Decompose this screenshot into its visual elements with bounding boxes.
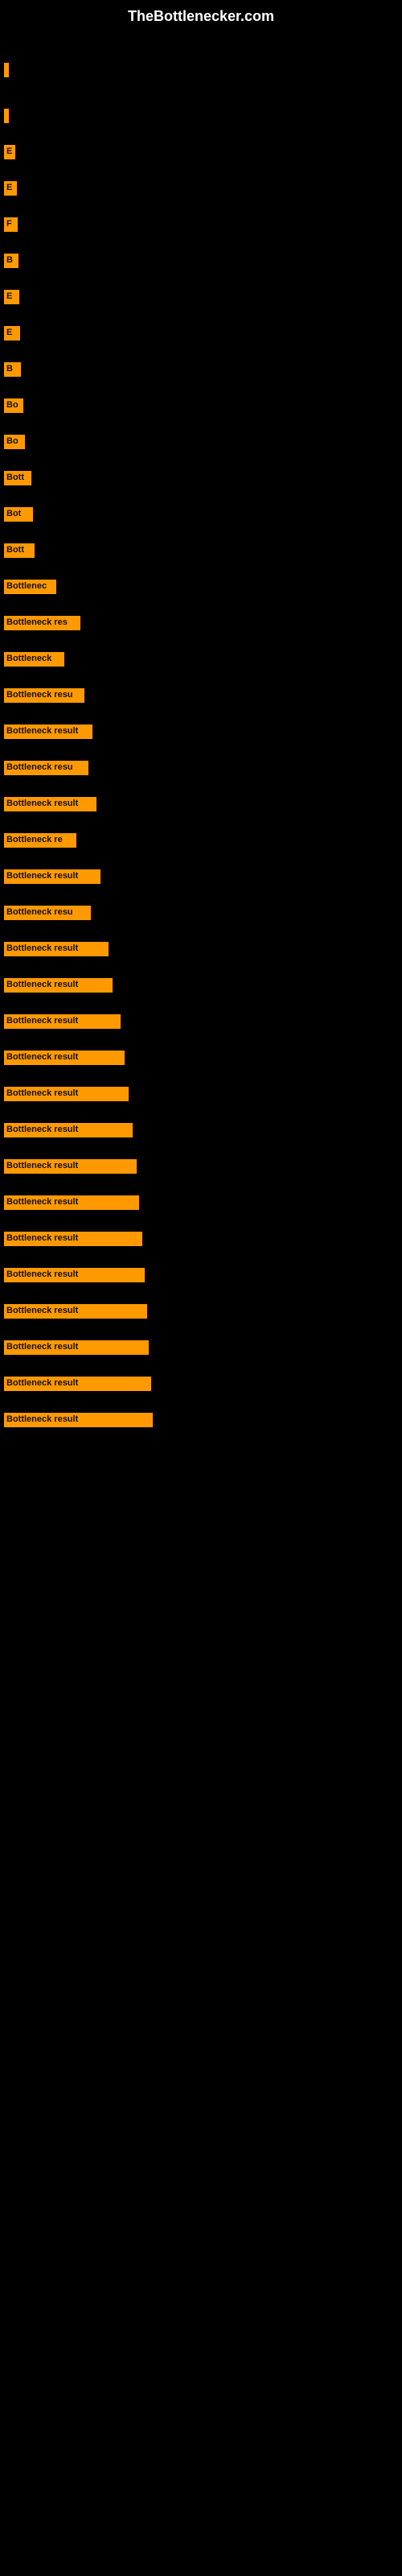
bar-row-0: [0, 61, 402, 83]
bar-label-16: Bottleneck: [4, 652, 64, 667]
bar-row-33: Bottleneck result: [0, 1266, 402, 1288]
bar-row-20: Bottleneck result: [0, 795, 402, 817]
bar-row-25: Bottleneck result: [0, 976, 402, 998]
bar-row-30: Bottleneck result: [0, 1158, 402, 1179]
bar-label-20: Bottleneck result: [4, 797, 96, 811]
bar-label-11: Bott: [4, 471, 31, 485]
bar-label-15: Bottleneck res: [4, 616, 80, 630]
bar-label-34: Bottleneck result: [4, 1304, 147, 1319]
bar-label-21: Bottleneck re: [4, 833, 76, 848]
bar-label-25: Bottleneck result: [4, 978, 113, 993]
bar-label-33: Bottleneck result: [4, 1268, 145, 1282]
bar-row-37: Bottleneck result: [0, 1411, 402, 1433]
bar-row-17: Bottleneck resu: [0, 687, 402, 708]
bar-row-7: E: [0, 324, 402, 346]
bar-row-18: Bottleneck result: [0, 723, 402, 745]
bar-row-16: Bottleneck: [0, 650, 402, 672]
bar-label-9: Bo: [4, 398, 23, 413]
bar-label-0: [4, 63, 9, 77]
bar-row-26: Bottleneck result: [0, 1013, 402, 1034]
bar-label-32: Bottleneck result: [4, 1232, 142, 1246]
bar-row-11: Bott: [0, 469, 402, 491]
bar-label-22: Bottleneck result: [4, 869, 100, 884]
bar-label-13: Bott: [4, 543, 35, 558]
bar-label-23: Bottleneck resu: [4, 906, 91, 920]
bar-row-19: Bottleneck resu: [0, 759, 402, 781]
bar-label-14: Bottlenec: [4, 580, 56, 594]
bar-row-8: B: [0, 361, 402, 382]
bar-row-36: Bottleneck result: [0, 1375, 402, 1397]
bar-label-31: Bottleneck result: [4, 1195, 139, 1210]
bar-label-19: Bottleneck resu: [4, 761, 88, 775]
bar-row-12: Bot: [0, 506, 402, 527]
bar-row-27: Bottleneck result: [0, 1049, 402, 1071]
bar-label-28: Bottleneck result: [4, 1087, 129, 1101]
bar-row-22: Bottleneck result: [0, 868, 402, 890]
bars-container: E E F B E E B Bo Bo Bott Bot Bott Bottlenec Bottlenec…: [0, 61, 402, 1433]
bar-label-2: E: [4, 145, 15, 159]
bar-label-18: Bottleneck result: [4, 724, 92, 739]
bar-row-28: Bottleneck result: [0, 1085, 402, 1107]
bar-label-36: Bottleneck result: [4, 1377, 151, 1391]
bar-label-8: B: [4, 362, 21, 377]
site-title: TheBottlenecker.com: [0, 0, 402, 37]
bar-row-2: E: [0, 143, 402, 165]
bar-row-21: Bottleneck re: [0, 832, 402, 853]
bar-row-3: E: [0, 180, 402, 201]
bar-label-5: B: [4, 254, 18, 268]
bar-label-3: E: [4, 181, 17, 196]
bar-label-29: Bottleneck result: [4, 1123, 133, 1137]
bar-label-27: Bottleneck result: [4, 1051, 125, 1065]
bar-label-4: F: [4, 217, 18, 232]
bar-row-10: Bo: [0, 433, 402, 455]
bar-label-17: Bottleneck resu: [4, 688, 84, 703]
bar-label-10: Bo: [4, 435, 25, 449]
bar-row-1: [0, 107, 402, 129]
bar-row-31: Bottleneck result: [0, 1194, 402, 1216]
bar-label-7: E: [4, 326, 20, 341]
bar-row-34: Bottleneck result: [0, 1302, 402, 1324]
bar-row-14: Bottlenec: [0, 578, 402, 600]
bar-row-23: Bottleneck resu: [0, 904, 402, 926]
bar-row-24: Bottleneck result: [0, 940, 402, 962]
bar-label-35: Bottleneck result: [4, 1340, 149, 1355]
bar-label-30: Bottleneck result: [4, 1159, 137, 1174]
bar-row-13: Bott: [0, 542, 402, 564]
bar-row-5: B: [0, 252, 402, 274]
bar-row-4: F: [0, 216, 402, 237]
bar-row-15: Bottleneck res: [0, 614, 402, 636]
bar-label-1: [4, 109, 9, 123]
bar-label-37: Bottleneck result: [4, 1413, 153, 1427]
bar-row-29: Bottleneck result: [0, 1121, 402, 1143]
bar-label-24: Bottleneck result: [4, 942, 109, 956]
bar-row-35: Bottleneck result: [0, 1339, 402, 1360]
bar-label-6: E: [4, 290, 19, 304]
bar-label-12: Bot: [4, 507, 33, 522]
bar-row-9: Bo: [0, 397, 402, 419]
bar-row-6: E: [0, 288, 402, 310]
bar-label-26: Bottleneck result: [4, 1014, 121, 1029]
bar-row-32: Bottleneck result: [0, 1230, 402, 1252]
